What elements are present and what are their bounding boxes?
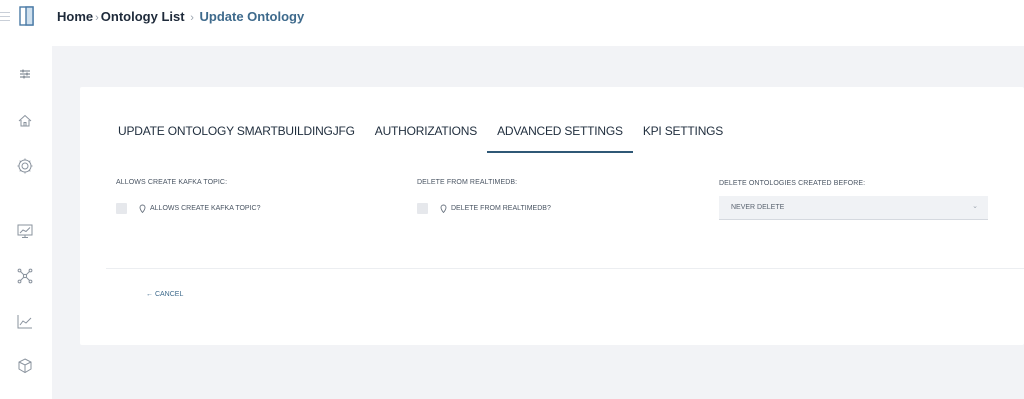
delete-before-select[interactable]: NEVER DELETE ⌄: [719, 196, 988, 220]
tab-bar: UPDATE ONTOLOGY SMARTBUILDINGJFG AUTHORI…: [118, 123, 733, 153]
app-logo-icon[interactable]: [18, 6, 36, 31]
home-icon[interactable]: [16, 112, 34, 130]
realtimedb-checkbox-row: DELETE FROM REALTIMEDB?: [417, 203, 551, 214]
kafka-field-label: ALLOWS CREATE KAFKA TOPIC:: [116, 179, 228, 186]
tab-advanced-settings[interactable]: ADVANCED SETTINGS: [487, 123, 633, 153]
breadcrumb-separator: ›: [190, 12, 194, 24]
breadcrumb: Home › Ontology List › Update Ontology: [57, 9, 304, 24]
line-chart-icon[interactable]: [16, 313, 34, 331]
realtimedb-checkbox[interactable]: [417, 203, 428, 214]
map-pin-icon: [440, 204, 447, 213]
delete-before-field-label: DELETE ONTOLOGIES CREATED BEFORE:: [719, 180, 866, 187]
tab-update-ontology[interactable]: UPDATE ONTOLOGY SMARTBUILDINGJFG: [118, 123, 365, 153]
delete-before-selected-value: NEVER DELETE: [731, 204, 785, 211]
realtimedb-checkbox-label: DELETE FROM REALTIMEDB?: [451, 205, 551, 212]
breadcrumb-ontology-list[interactable]: Ontology List: [101, 9, 185, 24]
settings-card: UPDATE ONTOLOGY SMARTBUILDINGJFG AUTHORI…: [80, 87, 1024, 345]
sliders-icon[interactable]: [16, 65, 34, 83]
divider: [106, 268, 1024, 269]
breadcrumb-current: Update Ontology: [199, 9, 305, 24]
tab-kpi-settings[interactable]: KPI SETTINGS: [633, 123, 733, 153]
hamburger-menu-icon[interactable]: [0, 9, 12, 25]
chevron-down-icon: ⌄: [972, 203, 978, 210]
kafka-checkbox[interactable]: [116, 203, 127, 214]
top-bar: Home › Ontology List › Update Ontology: [0, 0, 1024, 46]
tab-authorizations[interactable]: AUTHORIZATIONS: [365, 123, 487, 153]
breadcrumb-separator: ›: [95, 12, 99, 24]
network-icon[interactable]: [16, 267, 34, 285]
kafka-checkbox-row: ALLOWS CREATE KAFKA TOPIC?: [116, 203, 260, 214]
cancel-button[interactable]: ← CANCEL: [146, 291, 183, 298]
realtimedb-field-label: DELETE FROM REALTIMEDB:: [417, 179, 518, 186]
breadcrumb-home[interactable]: Home: [57, 9, 93, 24]
gear-icon[interactable]: [16, 157, 34, 175]
cube-icon[interactable]: [16, 357, 34, 375]
kafka-checkbox-label: ALLOWS CREATE KAFKA TOPIC?: [150, 205, 261, 212]
map-pin-icon: [139, 204, 146, 213]
monitor-chart-icon[interactable]: [16, 222, 34, 240]
sidebar: [0, 46, 52, 399]
